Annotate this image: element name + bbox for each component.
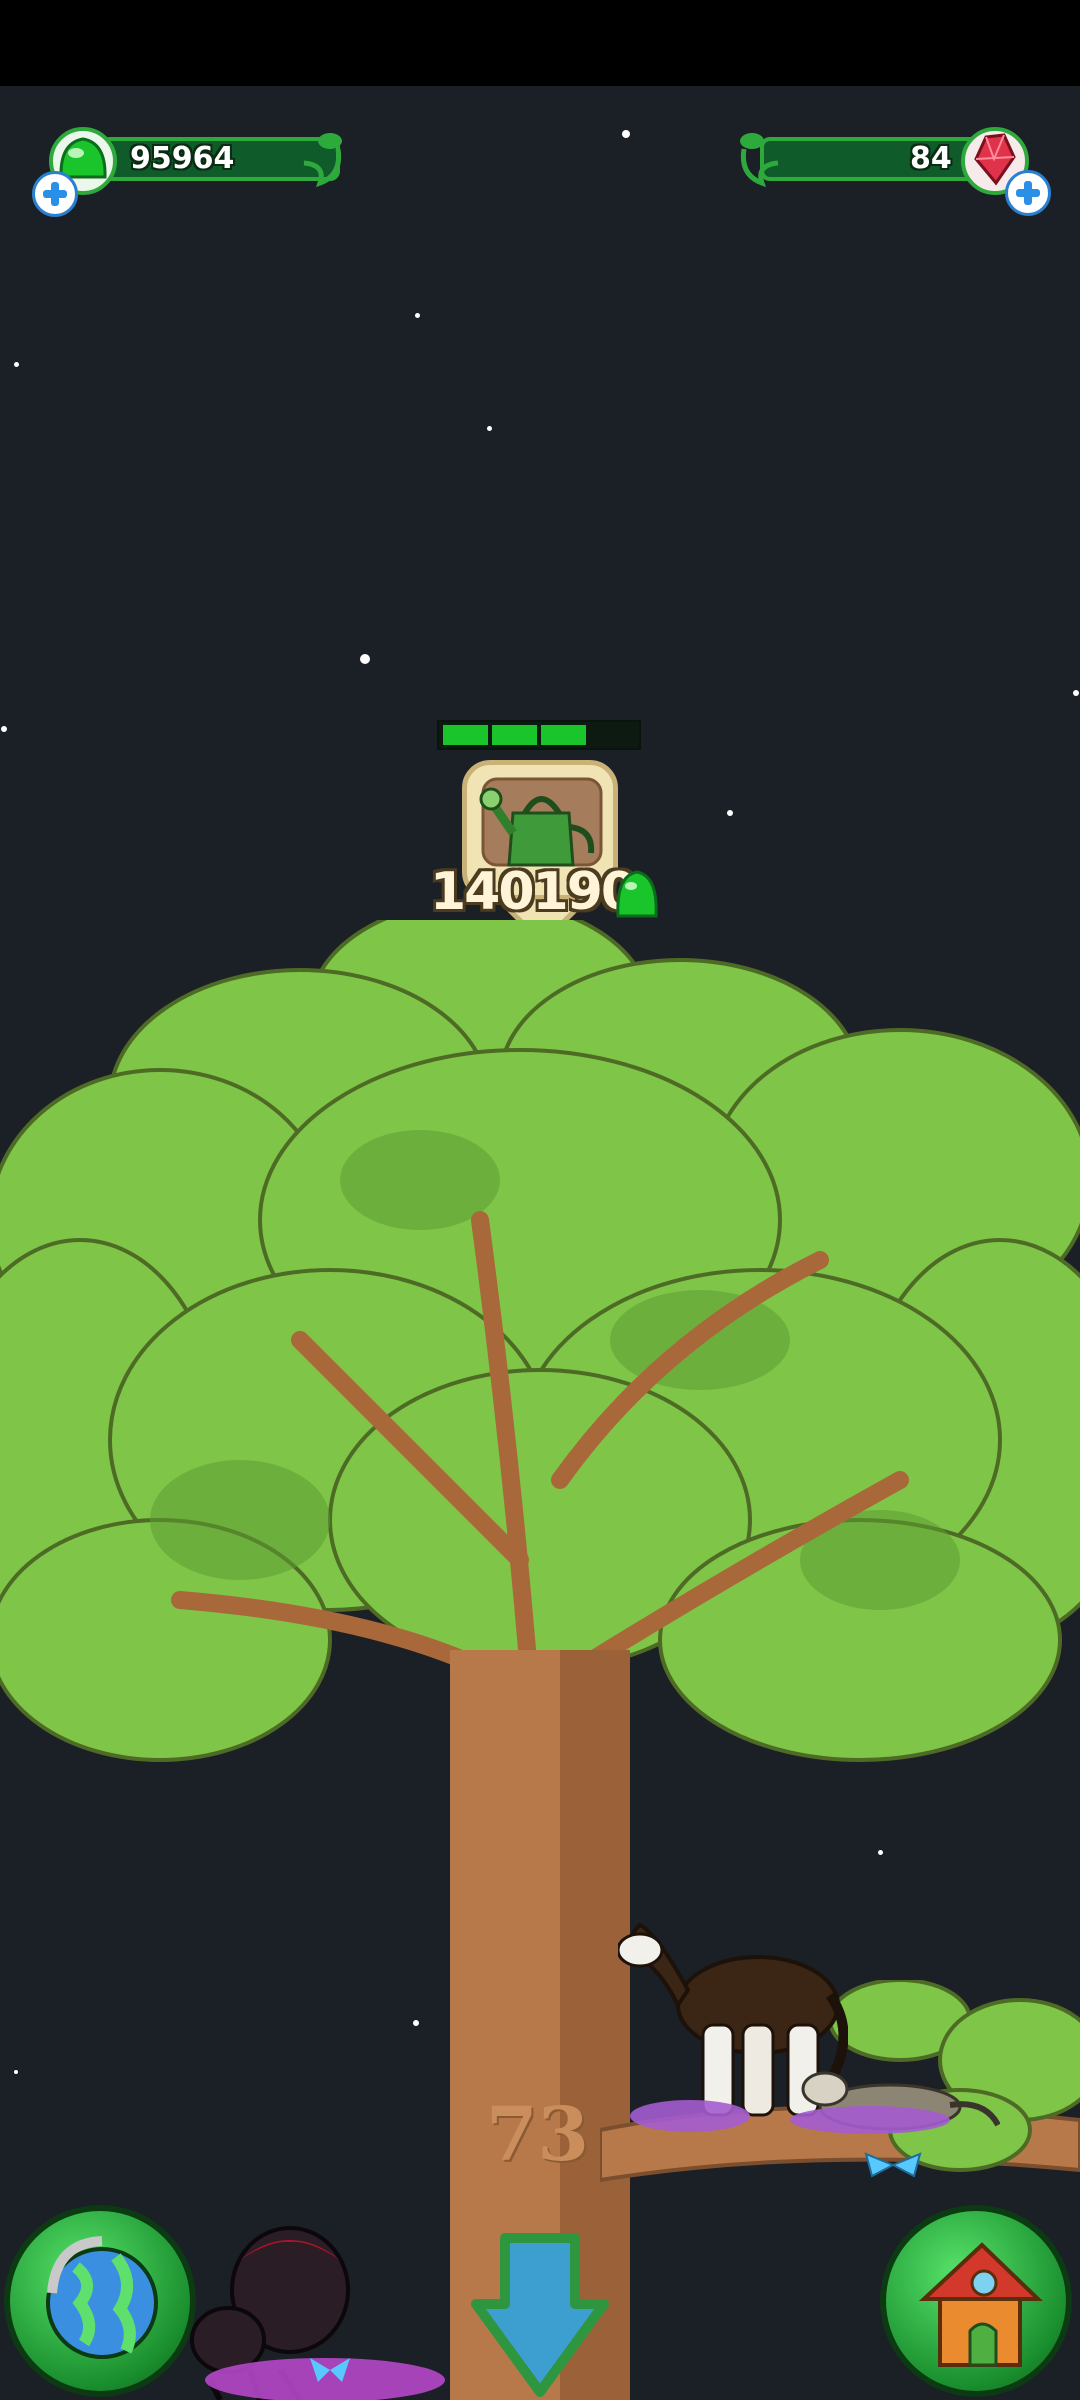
- globe-icon: [46, 2236, 158, 2359]
- world-map-button[interactable]: [4, 2205, 196, 2397]
- house-icon: [918, 2242, 1043, 2367]
- gem-count: 84: [910, 141, 952, 176]
- down-arrow-icon[interactable]: [470, 2232, 610, 2400]
- task-reward-value: 140190: [430, 862, 637, 922]
- home-button[interactable]: [880, 2205, 1072, 2397]
- purple-moss: [630, 2100, 950, 2134]
- gumdrop-counter[interactable]: 95964: [30, 125, 350, 217]
- star: [14, 362, 19, 367]
- star: [487, 426, 492, 431]
- status-bar: [0, 0, 1080, 86]
- gumdrop-count: 95964: [130, 141, 235, 176]
- gumdrop-reward-icon: [616, 870, 658, 918]
- branch-number: 73: [486, 2092, 589, 2178]
- add-gems-button[interactable]: [1005, 170, 1051, 216]
- star: [878, 1850, 883, 1855]
- star: [415, 313, 420, 318]
- star: [727, 810, 733, 816]
- star: [14, 2070, 18, 2074]
- purple-moss: [205, 2358, 445, 2400]
- vine-icon: [740, 133, 779, 188]
- star: [1073, 690, 1079, 696]
- progress-segment: [541, 725, 586, 745]
- vine-icon: [303, 133, 342, 188]
- star: [1, 726, 7, 732]
- gem-counter[interactable]: 84: [730, 125, 1060, 216]
- add-gumdrops-button[interactable]: [32, 171, 78, 217]
- watering-can-icon: [479, 777, 603, 867]
- task-progress-bar: [437, 720, 641, 750]
- progress-segment: [443, 725, 488, 745]
- star: [360, 654, 370, 664]
- blue-butterfly: [864, 2152, 922, 2178]
- progress-segment: [492, 725, 537, 745]
- star: [413, 2020, 419, 2026]
- star: [622, 130, 630, 138]
